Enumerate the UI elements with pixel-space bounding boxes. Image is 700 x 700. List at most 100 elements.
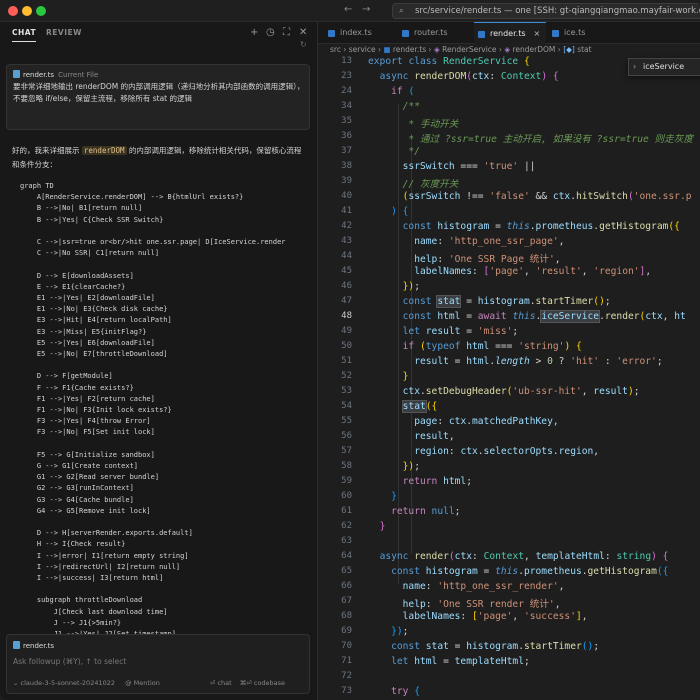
line-number: 38 <box>341 161 352 171</box>
editor-tab-router[interactable]: router.ts <box>398 22 472 44</box>
code-line: }); <box>402 281 420 292</box>
user-message[interactable]: render.ts Current File 要非常详细地输出 renderDOM… <box>6 64 310 130</box>
expand-icon[interactable]: ⛶ <box>283 27 290 38</box>
code-line: if ( <box>391 86 415 97</box>
back-arrow-icon[interactable]: ← <box>344 4 352 15</box>
chat-tabs: CHAT REVIEW + ◷ ⛶ ✕ ↻ <box>0 22 318 49</box>
variable-icon: [◆] <box>563 45 575 54</box>
chevron-right-icon[interactable]: › <box>633 59 636 75</box>
line-number: 72 <box>341 671 352 681</box>
code-block-line: G3 --> G4[Cache bundle] <box>20 495 134 504</box>
line-number: 56 <box>341 431 352 441</box>
mention-button[interactable]: @ Mention <box>125 679 160 687</box>
line-number: 46 <box>341 281 352 291</box>
code-block-line: E3 -->|Hit| E4[return localPath] <box>20 316 172 325</box>
breadcrumb[interactable]: src › service › ■ render.ts › ◈ RenderSe… <box>330 45 592 54</box>
line-number: 62 <box>341 521 352 531</box>
line-number: 58 <box>341 461 352 471</box>
chat-input-footer: ⌄ claude-3-5-sonnet-20241022 @ Mention ⏎… <box>13 679 305 687</box>
editor-tab-bar: index.ts router.ts render.ts × ice.ts <box>318 22 700 44</box>
code-block-line: F1 -->|No| F3{Init lock exists?} <box>20 406 172 414</box>
line-number: 66 <box>341 581 352 591</box>
line-number: 57 <box>341 446 352 456</box>
close-window-icon[interactable] <box>8 6 18 16</box>
user-message-text: 要非常详细地输出 renderDOM 的内部调用逻辑（递归地分析其内部函数的调用… <box>13 82 305 103</box>
code-block-line: F5 --> G[Initialize sandbox] <box>20 450 155 459</box>
code-line: labelNames: ['page', 'result', 'region']… <box>414 266 652 277</box>
code-line: * 手动开关 <box>402 119 459 130</box>
forward-arrow-icon[interactable]: → <box>362 4 370 15</box>
tab-chat[interactable]: CHAT <box>12 28 37 42</box>
code-line: if (typeof html === 'string') { <box>402 341 582 352</box>
line-number: 67 <box>341 596 352 606</box>
close-icon[interactable]: ✕ <box>299 27 307 38</box>
code-block-line: B -->|No| B1[return null] <box>20 204 143 213</box>
line-number: 39 <box>341 176 352 186</box>
new-chat-icon[interactable]: + <box>250 27 258 38</box>
code-block-line: G2 --> G3[runInContext] <box>20 484 134 493</box>
search-text: src/service/render.ts — one [SSH: gt-qia… <box>415 6 700 16</box>
app-window: ← → ⌕ src/service/render.ts — one [SSH: … <box>0 0 700 700</box>
code-block-line: F3 -->|Yes| F4[throw Error] <box>20 417 151 426</box>
code-block-line: I -->|redirectUrl| I2[return null] <box>20 562 181 571</box>
maximize-window-icon[interactable] <box>36 6 46 16</box>
line-number: 53 <box>341 386 352 396</box>
code-line: help: 'One SSR render 统计', <box>402 599 561 610</box>
code-block-line: B -->|Yes| C{Check SSR Switch} <box>20 215 164 224</box>
code-block-line: I -->|error| I1[return empty string] <box>20 551 189 560</box>
code-line: }); <box>402 461 420 472</box>
line-number: 60 <box>341 491 352 501</box>
code-block-line: J[Check last download time] <box>20 607 168 616</box>
line-number: 13 <box>341 56 352 66</box>
close-tab-icon[interactable]: × <box>534 29 541 38</box>
chat-mode-button[interactable]: ⏎ chat <box>210 679 232 687</box>
history-icon[interactable]: ◷ <box>266 27 275 38</box>
line-number: 69 <box>341 626 352 636</box>
code-block-line: E3 -->|Miss| E5{initFlag?} <box>20 327 147 336</box>
line-number: 61 <box>341 506 352 516</box>
typescript-file-icon <box>402 30 409 37</box>
search-icon: ⌕ <box>399 6 404 16</box>
chat-input-box[interactable]: render.ts Ask followup (⌘Y), ↑ to select… <box>6 634 310 694</box>
code-line: let result = 'miss'; <box>402 326 519 337</box>
command-center-search[interactable]: ⌕ src/service/render.ts — one [SSH: gt-q… <box>392 3 700 19</box>
line-number: 55 <box>341 416 352 426</box>
code-line: return null; <box>391 506 461 517</box>
line-number: 35 <box>341 116 352 126</box>
typescript-file-icon <box>478 31 485 38</box>
model-selector[interactable]: ⌄ claude-3-5-sonnet-20241022 <box>13 679 115 687</box>
code-line: help: 'One SSR Page 统计', <box>414 254 561 265</box>
code-line: async render(ctx: Context, templateHtml:… <box>379 551 669 562</box>
line-number: 52 <box>341 371 352 381</box>
line-number: 42 <box>341 221 352 231</box>
code-block-line: G --> G1[Create context] <box>20 462 139 470</box>
code-block-line: G4 --> G5[Remove init lock] <box>20 506 151 515</box>
refresh-icon[interactable]: ↻ <box>300 40 307 49</box>
input-file-chip[interactable]: render.ts <box>13 641 54 650</box>
followup-input[interactable]: Ask followup (⌘Y), ↑ to select <box>13 657 126 666</box>
editor-tab-render[interactable]: render.ts × <box>474 22 546 44</box>
line-number: 51 <box>341 356 352 366</box>
code-block-line: D --> F[getModule] <box>20 372 113 381</box>
code-line: ) { <box>391 206 409 217</box>
find-widget[interactable]: › iceService <box>628 58 700 76</box>
code-line: return html; <box>402 476 472 487</box>
file-context-chip[interactable]: render.ts Current File <box>13 70 98 79</box>
editor-tab-ice[interactable]: ice.ts <box>548 22 618 44</box>
editor-tab-index[interactable]: index.ts <box>324 22 404 44</box>
line-number: 54 <box>341 401 352 411</box>
code-block-line: E1 -->|Yes| E2[downloadFile] <box>20 294 155 302</box>
code-line: /** <box>402 101 420 112</box>
line-number: 65 <box>341 566 352 576</box>
line-number: 70 <box>341 641 352 651</box>
line-number: 43 <box>341 236 352 246</box>
mermaid-code-block[interactable]: graph TD A[RenderService.renderDOM] --> … <box>8 182 310 652</box>
codebase-button[interactable]: ⌘⏎ codebase <box>240 679 285 687</box>
minimize-window-icon[interactable] <box>22 6 32 16</box>
tab-review[interactable]: REVIEW <box>46 28 82 37</box>
typescript-file-icon <box>328 30 335 37</box>
code-line: name: 'http_one_ssr_render', <box>402 581 565 592</box>
line-number: 47 <box>341 296 352 306</box>
find-input[interactable]: iceService <box>643 62 684 71</box>
code-line: const html = await this.iceService.rende… <box>402 310 686 323</box>
